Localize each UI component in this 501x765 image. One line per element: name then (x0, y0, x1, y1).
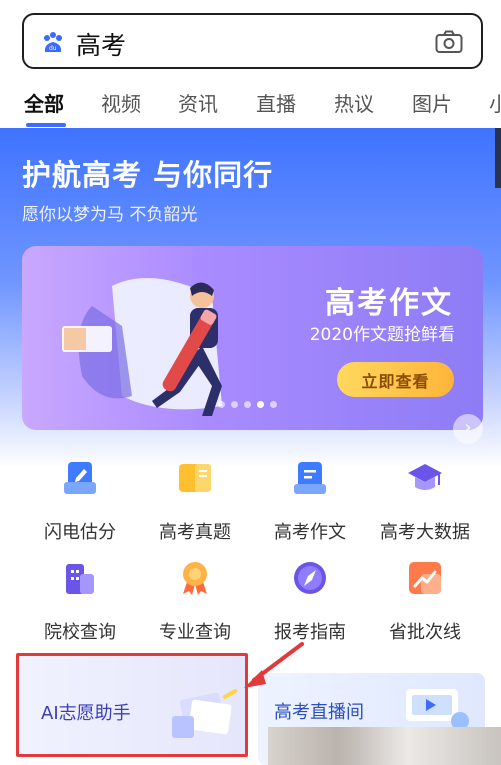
trend-chart-icon (409, 562, 441, 594)
carousel-dot[interactable] (244, 401, 251, 408)
chevron-right-icon[interactable]: › (453, 414, 483, 444)
grid-item-label: 省批次线 (389, 622, 461, 643)
compass-icon (294, 562, 326, 594)
essay-doc-icon (294, 462, 326, 494)
grid-item-past-exams[interactable]: 高考真题 (140, 460, 250, 545)
medal-icon (183, 562, 207, 595)
tab-news[interactable]: 资讯 (178, 88, 218, 117)
camera-icon[interactable] (435, 30, 463, 54)
grid-item-guide[interactable]: 报考指南 (255, 560, 365, 645)
tab-images[interactable]: 图片 (412, 88, 452, 117)
grid-item-major-search[interactable]: 专业查询 (140, 560, 250, 645)
search-bar[interactable]: du 高考 (22, 13, 483, 69)
blurred-thumbnail (268, 727, 501, 765)
grid-item-label: 院校查询 (44, 622, 116, 643)
carousel-dot-active[interactable] (257, 401, 264, 408)
red-arrow-annotation-icon (244, 642, 304, 688)
hero-section: 护航高考 与你同行 愿你以梦为马 不负韶光 高考作文 2020作文题抢鲜看 立即… (0, 128, 501, 468)
grid-item-school-search[interactable]: 院校查询 (25, 560, 135, 645)
feature-grid: 闪电估分 高考真题 高考作文 高考大数据 院校查询 专业查询 报考指南 省批次线 (0, 450, 501, 650)
grid-item-cutoff-lines[interactable]: 省批次线 (370, 560, 480, 645)
hero-subtitle: 愿你以梦为马 不负韶光 (22, 205, 198, 225)
live-stream-label: 高考直播间 (274, 702, 364, 723)
tab-live[interactable]: 直播 (256, 88, 296, 117)
scrollbar[interactable] (495, 128, 501, 188)
grid-item-label: 高考大数据 (380, 522, 470, 543)
search-input[interactable]: 高考 (76, 26, 126, 62)
grid-item-big-data[interactable]: 高考大数据 (370, 460, 480, 545)
grid-item-label: 高考作文 (274, 522, 346, 543)
tab-more[interactable]: 小 (489, 88, 501, 117)
baidu-paw-logo-icon: du (44, 32, 62, 52)
view-now-button[interactable]: 立即查看 (337, 362, 454, 397)
banner-subtitle: 2020作文题抢鲜看 (309, 325, 455, 345)
grid-item-essays[interactable]: 高考作文 (255, 460, 365, 545)
grid-item-label: 高考真题 (159, 522, 231, 543)
pencil-doc-icon (64, 462, 96, 494)
grid-item-quick-score[interactable]: 闪电估分 (25, 460, 135, 545)
grid-item-label: 专业查询 (159, 622, 231, 643)
graduation-cap-icon (408, 464, 442, 490)
ai-assistant-label: AI志愿助手 (41, 703, 131, 724)
exam-paper-icon (179, 464, 211, 492)
tab-video[interactable]: 视频 (101, 88, 141, 117)
tab-discussion[interactable]: 热议 (334, 88, 374, 117)
active-tab-indicator (26, 123, 66, 127)
banner-title: 高考作文 (325, 286, 453, 321)
carousel-dot[interactable] (218, 401, 225, 408)
tab-all[interactable]: 全部 (24, 88, 64, 117)
carousel-dot[interactable] (270, 401, 277, 408)
carousel-dots[interactable] (218, 401, 277, 408)
grid-item-label: 闪电估分 (44, 522, 116, 543)
svg-text:du: du (49, 45, 57, 52)
carousel-dot[interactable] (231, 401, 238, 408)
hero-title: 护航高考 与你同行 (22, 158, 274, 192)
school-building-icon (66, 564, 94, 594)
category-tabs: 全部 视频 资讯 直播 热议 图片 小 (0, 84, 501, 128)
ai-volunteer-assistant-card[interactable]: AI志愿助手 (16, 653, 248, 757)
essay-banner[interactable]: 高考作文 2020作文题抢鲜看 立即查看 (22, 246, 483, 430)
documents-illustration-icon (172, 689, 238, 738)
